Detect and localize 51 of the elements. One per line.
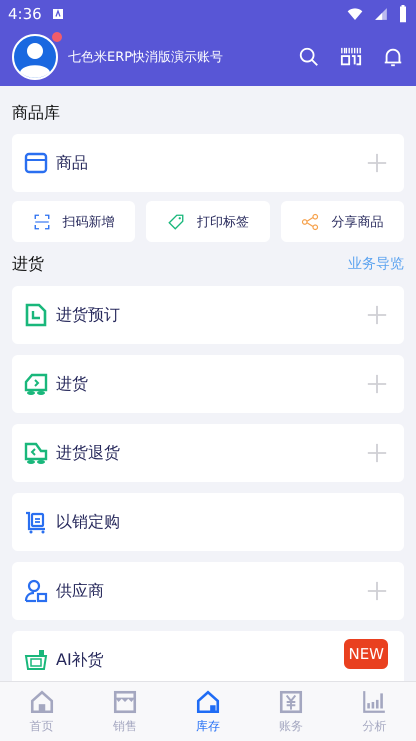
truck-icon [24,441,48,465]
list-card[interactable]: 进货退货 [12,424,404,482]
document-icon [24,303,48,327]
list-card[interactable]: 进货预订 [12,286,404,344]
yen-icon [278,688,304,714]
add-icon[interactable] [366,304,388,326]
add-icon[interactable] [366,373,388,395]
store-icon [112,688,138,714]
section-title: 进货 [12,254,44,274]
tag-icon [166,212,185,230]
clipboard-cart-icon [24,510,48,534]
signal-icon [374,7,388,21]
status-time: 4:36 [8,5,42,23]
add-icon[interactable] [366,152,388,174]
search-icon [298,46,320,68]
bell-icon [382,46,404,68]
avatar [12,34,58,80]
new-badge: NEW [344,639,388,669]
warehouse-icon [195,688,221,714]
section-title: 商品库 [12,102,60,124]
card-label: 商品 [56,152,89,174]
wifi-icon [346,6,364,22]
supplier-icon [24,579,48,603]
card-label: 进货 [56,374,89,394]
share-icon [301,212,320,230]
quick-action-button[interactable]: 分享商品 [280,201,404,242]
card-label: 进货退货 [56,442,121,464]
tab-bar-item[interactable]: 库存 [166,682,250,741]
list-card[interactable]: 以销定购 [12,493,404,551]
barcode-icon [340,46,362,68]
scan-icon [32,212,51,230]
quick-action-button[interactable]: 扫码新增 [12,201,136,242]
basket-icon [24,648,48,672]
bar-chart-icon [361,688,388,714]
list-card[interactable]: AI补货 NEW [12,631,404,681]
home-icon [28,688,55,714]
account-name: 七色米ERP快消版演示账号 [68,49,224,66]
card-label: 进货预订 [56,304,121,326]
card-label: AI补货 [56,650,105,670]
truck-icon [24,372,48,396]
list-card[interactable]: 进货 [12,355,404,413]
card-label: 以销定购 [56,512,121,532]
add-icon[interactable] [366,442,388,464]
list-card[interactable]: 供应商 [12,562,404,620]
card-label: 供应商 [56,580,105,602]
quick-action-button[interactable]: 打印标签 [146,201,270,242]
battery-icon [398,5,408,23]
keyboard-icon [52,8,64,20]
add-icon[interactable] [366,580,388,602]
box-icon [24,151,48,175]
list-card[interactable]: 商品 [12,134,404,192]
